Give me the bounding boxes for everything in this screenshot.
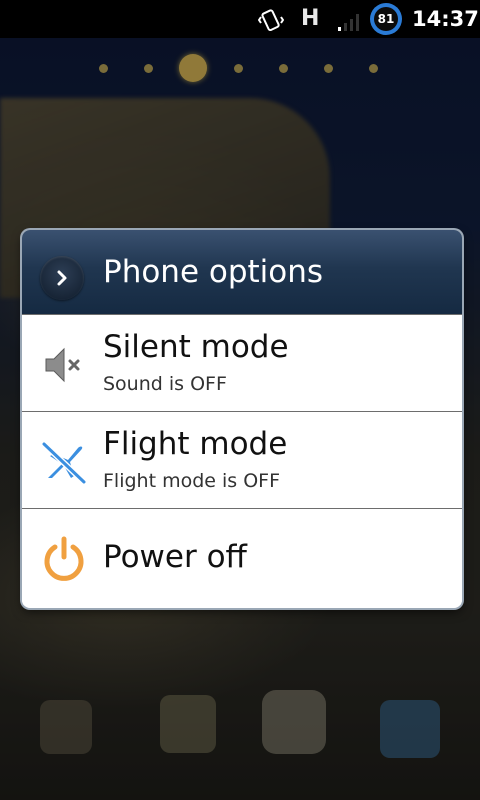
flight-mode-option[interactable]: Flight mode Flight mode is OFF	[22, 411, 462, 508]
power-off-label: Power off	[103, 539, 247, 575]
page-dot	[234, 64, 243, 73]
signal-icon	[338, 14, 359, 31]
page-dot	[324, 64, 333, 73]
silent-mode-status: Sound is OFF	[103, 373, 227, 395]
silent-mode-option[interactable]: Silent mode Sound is OFF	[22, 314, 462, 411]
dialog-header: Phone options	[22, 230, 462, 314]
battery-icon: 81	[370, 3, 402, 35]
silent-mode-label: Silent mode	[103, 329, 289, 365]
messaging-app-icon[interactable]	[262, 690, 326, 754]
battery-level: 81	[374, 7, 398, 31]
page-dot	[144, 64, 153, 73]
power-icon	[44, 536, 84, 581]
apps-menu-icon[interactable]	[380, 700, 440, 758]
phone-app-icon[interactable]	[40, 700, 92, 754]
page-dot	[279, 64, 288, 73]
page-indicator	[0, 54, 480, 82]
airplane-off-icon	[41, 441, 87, 485]
status-time: 14:37	[412, 7, 479, 31]
phone-options-dialog: Phone options Silent mode Sound is OFF F…	[22, 230, 462, 608]
vibrate-icon	[258, 9, 284, 32]
chevron-right-icon	[40, 256, 84, 300]
dialog-title: Phone options	[103, 254, 324, 290]
page-dot	[369, 64, 378, 73]
contacts-app-icon[interactable]	[160, 695, 216, 753]
page-dot	[99, 64, 108, 73]
status-bar: H 81 14:37	[0, 0, 480, 38]
flight-mode-label: Flight mode	[103, 426, 288, 462]
page-dot-active	[179, 54, 207, 82]
network-h-icon: H	[301, 6, 320, 31]
speaker-muted-icon	[45, 347, 80, 383]
power-off-option[interactable]: Power off	[22, 508, 462, 605]
flight-mode-status: Flight mode is OFF	[103, 470, 281, 492]
